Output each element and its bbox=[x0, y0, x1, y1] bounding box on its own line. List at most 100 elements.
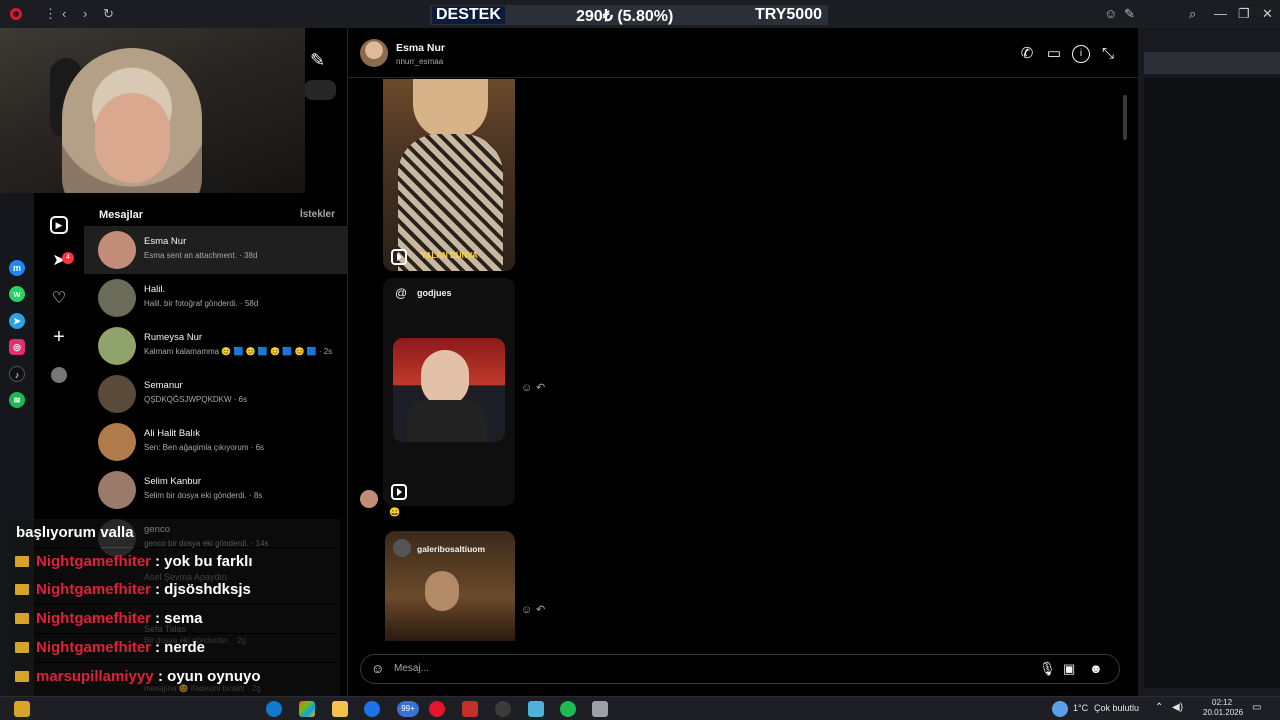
taskbar-tool-icon[interactable] bbox=[528, 701, 544, 717]
taskbar-shield-icon[interactable] bbox=[592, 701, 608, 717]
spotify-icon[interactable]: ≋ bbox=[9, 392, 25, 408]
conversation-item[interactable]: Selim Kanbur Selim bir dosya eki gönderdi… bbox=[84, 466, 348, 514]
outlook-icon[interactable] bbox=[364, 701, 380, 717]
chat-name[interactable]: Esma Nur bbox=[396, 42, 445, 54]
image-icon[interactable]: ▣ bbox=[1063, 661, 1075, 677]
weather-icon[interactable] bbox=[1052, 701, 1068, 717]
side-panel-content bbox=[1144, 78, 1280, 688]
conversation-avatar bbox=[98, 231, 136, 269]
sender-avatar bbox=[360, 490, 378, 508]
scrollbar-thumb[interactable] bbox=[1123, 95, 1127, 140]
phone-icon[interactable]: ✆ bbox=[1018, 45, 1036, 63]
conversation-avatar bbox=[98, 471, 136, 509]
conversation-item[interactable]: Halil. Halil. bir fotoğraf gönderdi. · 58… bbox=[84, 274, 348, 322]
side-browser-panel bbox=[1138, 28, 1280, 696]
info-icon[interactable]: i bbox=[1072, 45, 1090, 63]
tray-chevron-icon[interactable]: ⌃ bbox=[1155, 702, 1163, 713]
volume-icon[interactable]: ◀) bbox=[1172, 702, 1183, 713]
stream-chat-user: marsupillamiyyy bbox=[36, 667, 154, 685]
heart-icon[interactable]: ♡ bbox=[50, 290, 68, 308]
conversation-item[interactable]: Ali Halit Balık Sen: Ben ağagimla çıkıyor… bbox=[84, 418, 348, 466]
react-icon[interactable]: ☺ bbox=[521, 382, 532, 394]
minimize-icon[interactable]: — bbox=[1214, 6, 1227, 21]
clock-time[interactable]: 02:12 bbox=[1212, 698, 1232, 707]
forward-icon[interactable]: › bbox=[83, 6, 87, 21]
stream-chat-user: Nightgamefhiter bbox=[36, 610, 152, 628]
emoji-picker-icon[interactable]: ☺ bbox=[371, 661, 384, 676]
requests-link[interactable]: İstekler bbox=[300, 209, 335, 220]
stream-chat-line: başlıyorum valla bbox=[10, 519, 340, 547]
opera-logo-icon[interactable] bbox=[10, 8, 22, 20]
minimize-chat-icon[interactable]: ⤡ bbox=[1099, 45, 1117, 63]
instagram-icon[interactable]: ◎ bbox=[9, 339, 25, 355]
taskbar-app-icon[interactable] bbox=[14, 701, 30, 717]
chat-username: nnurr_esmaa bbox=[396, 57, 444, 66]
conversation-item[interactable]: Semanur QŞDKQĞSJWPQKDKW · 6s bbox=[84, 370, 348, 418]
menu-icon[interactable]: ⋮ bbox=[44, 6, 57, 22]
search-icon[interactable]: ⌕ bbox=[1189, 6, 1196, 22]
stream-chat-line: marsupillamiyyy: oyun oynuyo bbox=[10, 662, 340, 691]
stream-chat-user: Nightgamefhiter bbox=[36, 581, 152, 599]
chat-header: Esma Nur nnurr_esmaa ✆ ▭ i ⤡ bbox=[348, 28, 1138, 78]
message-input[interactable]: Mesaj... bbox=[394, 663, 429, 674]
maximize-icon[interactable]: ❐ bbox=[1238, 6, 1250, 22]
sticker-icon[interactable]: ☻ bbox=[1089, 661, 1103, 676]
conversation-name: Semanur bbox=[144, 380, 183, 391]
side-panel-tab[interactable] bbox=[1144, 52, 1280, 74]
crown-badge-icon bbox=[15, 670, 29, 682]
weather-text[interactable]: Çok bulutlu bbox=[1094, 703, 1139, 713]
close-icon[interactable]: ✕ bbox=[1262, 6, 1273, 22]
post2-face bbox=[421, 350, 469, 406]
create-icon[interactable]: + bbox=[50, 327, 68, 347]
stream-chat-message: : nerde bbox=[155, 638, 206, 656]
post3-author[interactable]: galeribosaltiuom bbox=[417, 544, 485, 554]
stream-chat-overlay: başlıyorum valla Nightgamefhiter: yok bu … bbox=[10, 519, 350, 720]
search-input[interactable] bbox=[304, 80, 336, 100]
file-explorer-icon[interactable] bbox=[332, 701, 348, 717]
reply-icon[interactable]: ↶ bbox=[536, 603, 545, 616]
clock-date[interactable]: 20.01.2026 bbox=[1203, 708, 1243, 717]
profile-avatar[interactable] bbox=[51, 367, 67, 383]
messenger-icon[interactable]: m bbox=[9, 260, 25, 276]
weather-temp[interactable]: 1°C bbox=[1073, 703, 1088, 713]
store-icon[interactable] bbox=[299, 701, 315, 717]
obs-icon[interactable] bbox=[495, 701, 511, 717]
banner-goal-text: TRY5000 bbox=[755, 6, 822, 23]
chat-avatar[interactable] bbox=[360, 39, 388, 67]
tiktok-icon[interactable]: ♪ bbox=[9, 366, 25, 382]
back-icon[interactable]: ‹ bbox=[62, 6, 66, 21]
spotify-taskbar-icon[interactable] bbox=[560, 701, 576, 717]
messages-title: Mesajlar bbox=[99, 209, 144, 221]
notification-count-badge[interactable]: 99+ bbox=[397, 701, 419, 717]
notification-center-icon[interactable]: ▭ bbox=[1252, 702, 1261, 713]
webcam-overlay bbox=[0, 28, 305, 193]
taskbar-video-icon[interactable] bbox=[462, 701, 478, 717]
conversation-item[interactable]: Esma Nur Esma sent an attachment. · 38d bbox=[84, 226, 348, 274]
conversation-avatar bbox=[98, 279, 136, 317]
messages-header: Mesajlar İstekler bbox=[99, 209, 335, 223]
chat-scrollbar[interactable] bbox=[1120, 80, 1130, 640]
stream-chat-message: : sema bbox=[155, 610, 203, 628]
microphone-icon[interactable]: 🎙 bbox=[1039, 661, 1056, 677]
edge-icon[interactable] bbox=[266, 701, 282, 717]
emoji-icon[interactable]: ☺ bbox=[1104, 6, 1117, 21]
whatsapp-icon[interactable]: w bbox=[9, 286, 25, 302]
shared-reel-1[interactable]: YALAN DÜNYA bbox=[383, 79, 515, 271]
reels-icon[interactable]: ▶ bbox=[50, 216, 68, 234]
reload-icon[interactable]: ↻ bbox=[103, 6, 114, 22]
shared-reel-3[interactable]: galeribosaltiuom bbox=[385, 531, 515, 641]
reply-icon[interactable]: ↶ bbox=[536, 381, 545, 394]
stream-chat-message: : djsöshdksjs bbox=[155, 581, 251, 599]
post3-person bbox=[425, 571, 459, 611]
post2-author[interactable]: godjues bbox=[417, 288, 452, 298]
video-icon[interactable]: ▭ bbox=[1045, 45, 1063, 63]
react-icon[interactable]: ☺ bbox=[521, 604, 532, 616]
opera-taskbar-icon[interactable] bbox=[429, 701, 445, 717]
telegram-icon[interactable]: ➤ bbox=[9, 313, 25, 329]
compose-icon[interactable]: ✎ bbox=[310, 50, 325, 71]
message-composer[interactable]: ☺ Mesaj... 🎙 ▣ ☻ bbox=[360, 654, 1120, 684]
conversation-item[interactable]: Rumeysa Nur Kalmam kalamamma 😊 🟦 😊 🟦 😊 🟦 … bbox=[84, 322, 348, 370]
shared-reel-2[interactable]: @ godjues bbox=[383, 278, 515, 506]
reel-icon bbox=[391, 249, 407, 265]
pin-icon[interactable]: ✎ bbox=[1124, 6, 1135, 22]
